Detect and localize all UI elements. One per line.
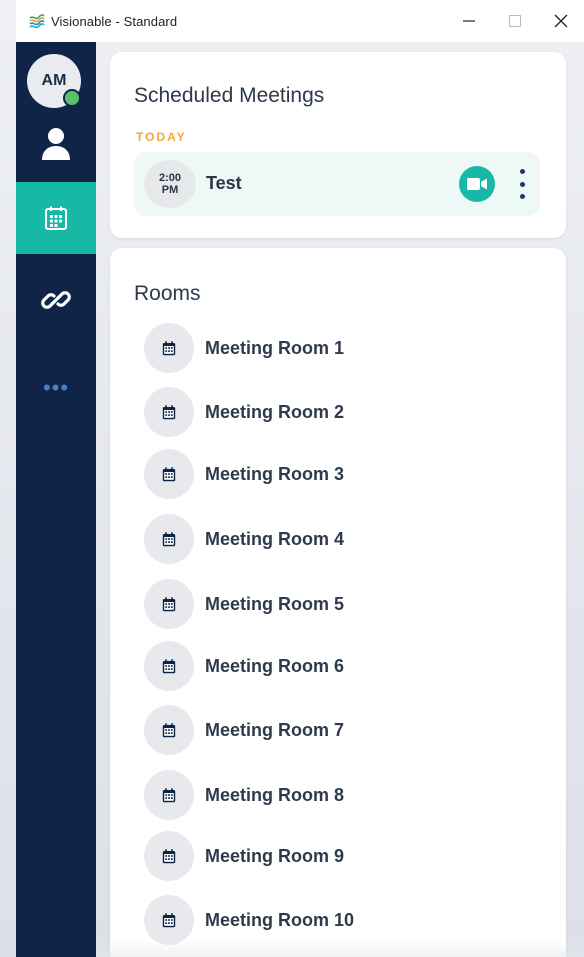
sidebar-item-contacts[interactable] [16, 120, 96, 168]
calendar-icon [162, 596, 176, 611]
calendar-icon [162, 912, 176, 927]
room-calendar-icon [144, 770, 194, 820]
room-calendar-icon [144, 323, 194, 373]
room-label: Meeting Room 10 [205, 909, 355, 930]
meeting-meridiem: PM [161, 184, 179, 196]
close-icon [554, 14, 568, 28]
room-calendar-icon [144, 641, 194, 691]
calendar-icon [45, 206, 67, 230]
room-calendar-icon [144, 579, 194, 629]
room-label: Meeting Room 6 [205, 655, 345, 676]
meeting-time: 2:00 [158, 172, 182, 184]
room-item[interactable]: Meeting Room 5 [144, 579, 444, 629]
minimize-button[interactable] [446, 0, 492, 42]
room-calendar-icon [144, 514, 194, 564]
room-item[interactable]: Meeting Room 1 [144, 323, 444, 373]
room-item[interactable]: Meeting Room 4 [144, 514, 444, 564]
room-calendar-icon [144, 895, 194, 945]
meeting-more-menu-icon[interactable] [516, 166, 528, 202]
meeting-time-badge: 2:00 PM [144, 160, 196, 208]
rooms-card: Rooms Meeting Room 1 Meeting Room 2 Meetin… [110, 248, 566, 957]
calendar-icon [162, 658, 176, 673]
close-button[interactable] [538, 0, 584, 42]
presence-status-dot [63, 89, 81, 107]
join-video-button[interactable] [459, 166, 495, 202]
sidebar-item-meetings[interactable] [16, 182, 96, 254]
room-item[interactable]: Meeting Room 9 [144, 831, 444, 881]
room-label: Meeting Room 4 [205, 528, 345, 549]
room-label: Meeting Room 3 [205, 463, 345, 484]
more-dots-icon: ••• [42, 375, 70, 400]
calendar-icon [162, 340, 176, 355]
avatar-initials: AM [41, 72, 67, 89]
room-item[interactable]: Meeting Room 2 [144, 387, 444, 437]
person-icon [42, 128, 70, 160]
calendar-icon [162, 466, 176, 481]
bottom-fade [96, 940, 584, 957]
minimize-icon [463, 20, 475, 22]
room-item[interactable]: Meeting Room 6 [144, 641, 444, 691]
calendar-icon [162, 722, 176, 737]
calendar-icon [162, 404, 176, 419]
window-controls [446, 0, 584, 42]
room-calendar-icon [144, 831, 194, 881]
room-label: Meeting Room 9 [205, 845, 345, 866]
maximize-button[interactable] [492, 0, 538, 42]
rooms-title: Rooms [134, 282, 201, 305]
room-calendar-icon [144, 387, 194, 437]
room-label: Meeting Room 7 [205, 719, 345, 740]
maximize-icon [509, 15, 521, 27]
scheduled-meetings-title: Scheduled Meetings [134, 84, 325, 107]
today-label: TODAY [136, 130, 187, 144]
room-calendar-icon [144, 449, 194, 499]
meeting-title: Test [206, 173, 242, 193]
scheduled-meetings-card: Scheduled Meetings TODAY 2:00 PM Test [110, 52, 566, 238]
window-titlebar: Visionable - Standard [16, 0, 584, 42]
calendar-icon [162, 848, 176, 863]
visionable-logo-icon [29, 14, 45, 29]
room-item[interactable]: Meeting Room 8 [144, 770, 444, 820]
meeting-row[interactable]: 2:00 PM Test [134, 152, 540, 216]
calendar-icon [162, 787, 176, 802]
sidebar [16, 42, 96, 957]
room-item[interactable]: Meeting Room 3 [144, 449, 444, 499]
room-label: Meeting Room 2 [205, 401, 345, 422]
room-item[interactable]: Meeting Room 7 [144, 705, 444, 755]
room-label: Meeting Room 5 [205, 593, 345, 614]
room-label: Meeting Room 1 [205, 337, 345, 358]
video-camera-icon [467, 178, 487, 190]
sidebar-item-links[interactable] [16, 274, 96, 326]
room-item[interactable]: Meeting Room 10 [144, 895, 444, 945]
window-title: Visionable - Standard [51, 13, 178, 29]
sidebar-item-more[interactable]: ••• [16, 370, 96, 406]
calendar-icon [162, 531, 176, 546]
link-icon [41, 291, 71, 309]
room-calendar-icon [144, 705, 194, 755]
room-label: Meeting Room 8 [205, 784, 345, 805]
